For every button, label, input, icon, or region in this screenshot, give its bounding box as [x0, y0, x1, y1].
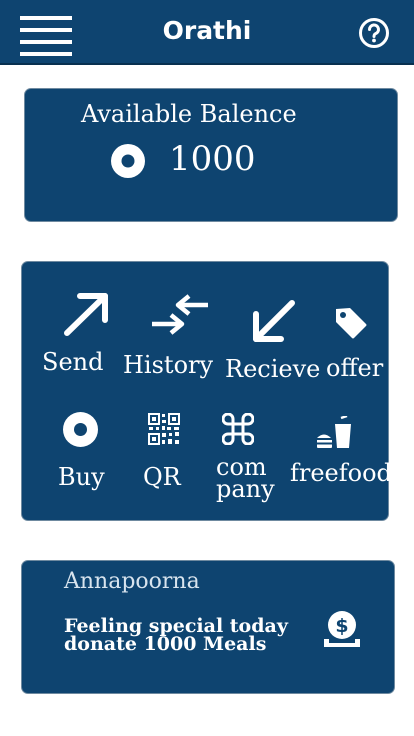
- app-title: Orathi: [162, 16, 252, 45]
- receive-label: Recieve: [225, 355, 321, 383]
- fastfood-icon: [315, 416, 353, 450]
- balance-value: 1000: [169, 139, 256, 179]
- help-icon[interactable]: [358, 17, 390, 49]
- buy-label: Buy: [58, 463, 105, 491]
- offer-button[interactable]: offer: [317, 262, 387, 387]
- balance-label: Available Balence: [81, 100, 297, 128]
- receive-button[interactable]: Recieve: [222, 262, 321, 387]
- send-button[interactable]: Send: [22, 262, 122, 387]
- company-label: com pany: [216, 455, 275, 503]
- donation-card[interactable]: Annapoorna Feeling special today donate …: [21, 560, 395, 694]
- freefood-label: freefood: [290, 459, 392, 487]
- coin-icon: [63, 412, 98, 447]
- arrow-down-left-icon: [250, 298, 298, 346]
- freefood-button[interactable]: freefood: [282, 390, 392, 515]
- promo-title: Annapoorna: [64, 569, 200, 594]
- swap-arrows-icon: [150, 294, 210, 336]
- tag-icon: [334, 306, 368, 340]
- send-label: Send: [42, 348, 104, 376]
- history-button[interactable]: History: [122, 262, 222, 387]
- qr-label: QR: [143, 463, 181, 491]
- actions-card: Send History Recieve offer Buy QR com pa…: [21, 261, 392, 521]
- qr-button[interactable]: QR: [122, 390, 212, 515]
- offer-label: offer: [326, 354, 384, 382]
- donate-money-icon[interactable]: $: [322, 609, 362, 649]
- svg-text:$: $: [335, 615, 348, 637]
- balance-card: Available Balence 1000: [24, 88, 398, 222]
- arrow-up-right-icon: [62, 290, 112, 338]
- history-label: History: [123, 351, 214, 379]
- coin-icon: [111, 144, 145, 178]
- promo-line: donate 1000 Meals: [64, 633, 267, 655]
- buy-button[interactable]: Buy: [22, 390, 122, 515]
- qr-code-icon: [148, 413, 180, 445]
- company-label-line-2: pany: [216, 475, 275, 503]
- app-bar: Orathi: [0, 0, 414, 65]
- command-icon: [222, 413, 254, 445]
- company-button[interactable]: com pany: [212, 390, 282, 515]
